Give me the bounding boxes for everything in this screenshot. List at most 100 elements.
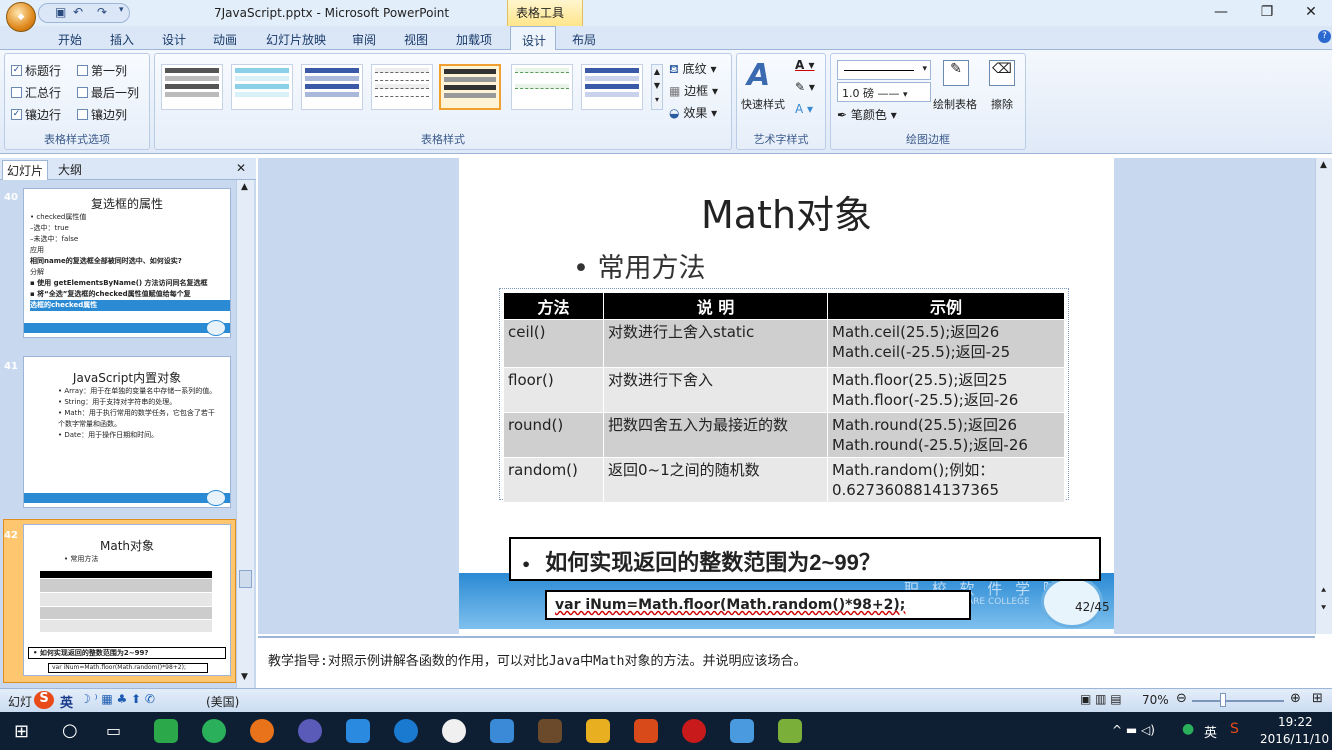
- ime-mode[interactable]: 英: [60, 692, 73, 711]
- minimize-button[interactable]: —: [1206, 4, 1236, 22]
- header-row-checkbox[interactable]: ✓ 标题行: [11, 62, 61, 79]
- next-slide-icon[interactable]: ⯆: [1320, 604, 1327, 614]
- slide-thumb-41[interactable]: JavaScript内置对象 • Array：用于在单独的变量名中存储一系列的值…: [23, 356, 231, 508]
- tab-addins[interactable]: 加载项: [456, 31, 492, 48]
- browser-360-icon[interactable]: [202, 719, 226, 743]
- game-icon[interactable]: [538, 719, 562, 743]
- qq-icon[interactable]: [442, 719, 466, 743]
- k-app-icon[interactable]: [394, 719, 418, 743]
- tray-ime-icon[interactable]: S: [1230, 721, 1239, 737]
- folder-icon[interactable]: [586, 719, 610, 743]
- clock-date[interactable]: 2016/11/10: [1260, 732, 1329, 746]
- pen-style-dropdown[interactable]: ▾: [837, 60, 931, 80]
- table-style-4[interactable]: [371, 64, 433, 110]
- table-style-7[interactable]: [581, 64, 643, 110]
- table-style-6[interactable]: [511, 64, 573, 110]
- slide-bullet[interactable]: • 常用方法: [573, 246, 706, 285]
- group-label: 艺术字样式: [753, 133, 809, 146]
- table-style-1[interactable]: [161, 64, 223, 110]
- ime-logo-icon[interactable]: S: [34, 691, 54, 709]
- table-style-selected[interactable]: [439, 64, 501, 110]
- chrome-icon[interactable]: [682, 719, 706, 743]
- tab-layout[interactable]: 布局: [572, 31, 596, 48]
- slide-title[interactable]: Math对象: [459, 184, 1114, 239]
- tray-language[interactable]: 英: [1204, 722, 1217, 741]
- slide-thumb-40[interactable]: 复选框的属性 • checked属性值 –选中：true –未选中：false …: [23, 188, 231, 338]
- app-icon[interactable]: [298, 719, 322, 743]
- styles-scroll[interactable]: ▲ ▼ ▾: [651, 64, 663, 110]
- prev-slide-icon[interactable]: ⯅: [1320, 586, 1327, 596]
- tab-review[interactable]: 审阅: [352, 31, 376, 48]
- slide-thumb-42[interactable]: Math对象 • 常用方法 • 如何实现返回的整数范围为2~99? var iN…: [23, 524, 231, 676]
- wifi-app-icon[interactable]: [154, 719, 178, 743]
- windows-start-icon[interactable]: ⊞: [14, 721, 29, 742]
- save-icon[interactable]: ▣: [55, 5, 66, 19]
- clock-time[interactable]: 19:22: [1278, 715, 1313, 729]
- quick-styles-button[interactable]: 快速样式: [741, 96, 785, 112]
- computer-icon[interactable]: [490, 719, 514, 743]
- zoom-slider[interactable]: [1192, 700, 1284, 702]
- zoom-in-icon[interactable]: ⊕: [1290, 691, 1301, 706]
- view-buttons-icon[interactable]: ▣ ▥ ▤: [1080, 692, 1122, 706]
- tab-insert[interactable]: 插入: [110, 31, 134, 48]
- pen-color-button[interactable]: ✒ 笔颜色 ▾: [837, 106, 897, 123]
- task-view-icon[interactable]: ▭: [106, 721, 121, 740]
- close-panel-icon[interactable]: ✕: [236, 161, 246, 175]
- undo-icon[interactable]: ↶: [73, 5, 83, 19]
- zoom-level[interactable]: 70%: [1142, 693, 1169, 707]
- scroll-thumb[interactable]: [239, 570, 252, 588]
- notes-pane[interactable]: 教学指导:对照示例讲解各函数的作用，可以对比Java中Math对象的方法。并说明…: [258, 636, 1315, 688]
- zoom-slider-thumb[interactable]: [1220, 693, 1226, 707]
- text-fill-icon[interactable]: A ▾: [795, 58, 815, 72]
- search-icon[interactable]: ○: [62, 720, 78, 741]
- total-row-checkbox[interactable]: 汇总行: [11, 84, 61, 101]
- code-box[interactable]: var iNum=Math.floor(Math.random()*98+2);: [545, 590, 971, 620]
- main-scrollbar[interactable]: ▲ ⯅ ⯆: [1315, 158, 1332, 634]
- table-style-2[interactable]: [231, 64, 293, 110]
- help-icon[interactable]: ?: [1318, 30, 1331, 43]
- tray-icons[interactable]: ^ ▬ ◁): [1112, 723, 1155, 737]
- first-column-checkbox[interactable]: 第一列: [77, 62, 127, 79]
- effects-button[interactable]: ◒ 效果 ▾: [669, 104, 717, 121]
- left-panel-scrollbar[interactable]: ▲ ▼: [236, 180, 254, 688]
- scroll-up-icon[interactable]: ▲: [1320, 160, 1327, 170]
- banded-columns-checkbox[interactable]: 镶边列: [77, 106, 127, 123]
- pen-weight-dropdown[interactable]: 1.0 磅 —— ▾: [837, 82, 931, 102]
- powerpoint-icon[interactable]: [634, 719, 658, 743]
- borders-button[interactable]: ▦ 边框 ▾: [669, 82, 718, 99]
- office-button[interactable]: ◆: [6, 2, 36, 32]
- tab-slides[interactable]: 幻灯片: [2, 160, 49, 181]
- photo-app-icon[interactable]: [346, 719, 370, 743]
- tray-360-icon[interactable]: ●: [1182, 721, 1194, 737]
- redo-icon[interactable]: ↷: [97, 5, 107, 19]
- edit-app-icon[interactable]: [730, 719, 754, 743]
- shading-button[interactable]: ⛾ 底纹 ▾: [669, 60, 717, 78]
- zoom-out-icon[interactable]: ⊖: [1176, 691, 1187, 706]
- tab-home[interactable]: 开始: [58, 31, 82, 48]
- tab-view[interactable]: 视图: [404, 31, 428, 48]
- firefox-icon[interactable]: [250, 719, 274, 743]
- methods-table[interactable]: 方法 说 明 示例 ceil() 对数进行上舍入static Math.ceil…: [503, 292, 1065, 503]
- tab-outline[interactable]: 大纲: [58, 161, 82, 178]
- question-box[interactable]: • 如何实现返回的整数范围为2~99？: [509, 537, 1101, 581]
- text-effects-icon[interactable]: A ▾: [795, 102, 813, 116]
- text-outline-icon[interactable]: ✎ ▾: [795, 80, 815, 94]
- scroll-down-icon[interactable]: ▼: [241, 672, 248, 682]
- eraser-button[interactable]: 擦除: [991, 96, 1013, 112]
- qat-dropdown-icon[interactable]: ▾: [119, 5, 124, 15]
- chart-app-icon[interactable]: [778, 719, 802, 743]
- last-column-checkbox[interactable]: 最后一列: [77, 84, 139, 101]
- tab-slideshow[interactable]: 幻灯片放映: [266, 31, 326, 48]
- tab-animation[interactable]: 动画: [213, 31, 237, 48]
- close-button[interactable]: ✕: [1296, 4, 1326, 22]
- fit-window-icon[interactable]: ⊞: [1312, 691, 1323, 706]
- banded-rows-checkbox[interactable]: ✓ 镶边行: [11, 106, 61, 123]
- table-style-3[interactable]: [301, 64, 363, 110]
- tab-table-design[interactable]: 设计: [510, 26, 556, 51]
- maximize-button[interactable]: ❐: [1252, 4, 1282, 22]
- notes-text: 教学指导:对照示例讲解各函数的作用，可以对比Java中Math对象的方法。并说明…: [268, 654, 807, 669]
- tab-design[interactable]: 设计: [162, 31, 186, 48]
- scroll-up-icon[interactable]: ▲: [241, 182, 248, 192]
- draw-table-button[interactable]: 绘制表格: [933, 96, 977, 112]
- ime-toolbar-icons[interactable]: ☽ ⁾ ▦ ♣ ⬆ ✆: [80, 692, 155, 706]
